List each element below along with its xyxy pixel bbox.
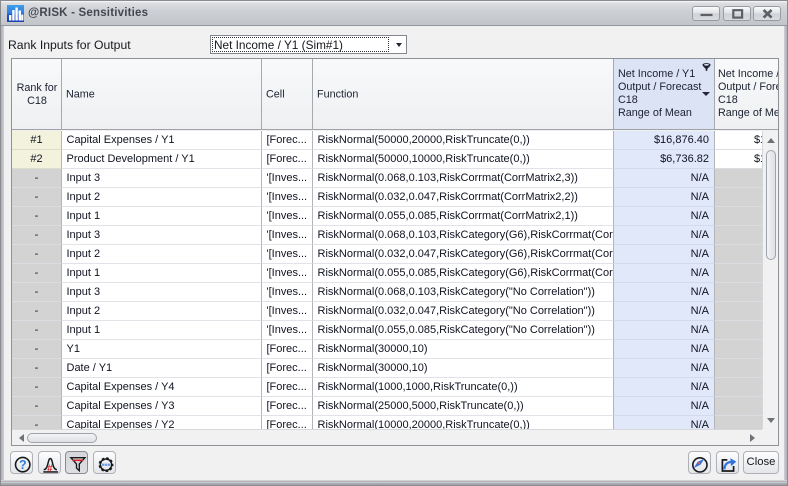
svg-text:?: ? [19,458,27,472]
svg-text:#: # [47,464,53,475]
